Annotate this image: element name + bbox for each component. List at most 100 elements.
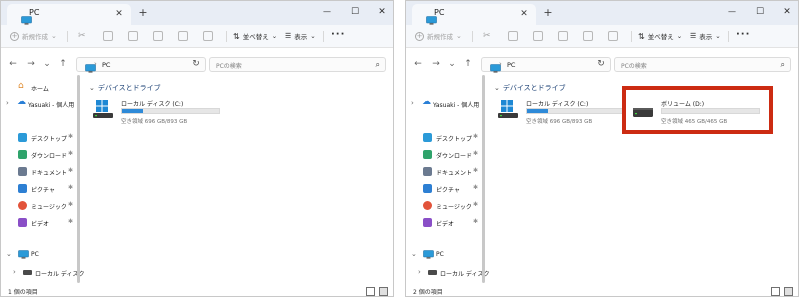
new-label: 新規作成	[427, 33, 453, 41]
details-view-icon[interactable]	[366, 287, 375, 296]
nav-item-drive[interactable]: › ローカル ディスク	[406, 266, 490, 280]
address-bar[interactable]: › PC	[481, 57, 611, 73]
chevron-right-icon[interactable]: ›	[6, 99, 9, 107]
pc-icon	[423, 250, 434, 259]
new-button[interactable]: + 新規作成 ⌄	[415, 31, 462, 41]
tiles-view-icon[interactable]	[379, 287, 388, 296]
view-button[interactable]: ☰ 表示 ⌄	[690, 31, 721, 41]
drive-tile[interactable]: ローカル ディスク (C:) 空き領域 696 GB/893 GB	[492, 97, 627, 127]
chevron-right-icon[interactable]: ›	[13, 268, 16, 276]
forward-icon[interactable]: →	[430, 58, 442, 70]
view-icon: ☰	[285, 32, 292, 40]
nav-item-quick[interactable]: デスクトップ ✱	[406, 131, 486, 145]
group-title: デバイスとドライブ	[502, 84, 566, 92]
chevron-down-icon[interactable]: ⌄	[411, 250, 417, 258]
delete-icon[interactable]	[608, 31, 618, 41]
details-view-icon[interactable]	[771, 287, 780, 296]
view-button[interactable]: ☰ 表示 ⌄	[285, 31, 316, 41]
cut-icon[interactable]: ✂	[78, 31, 88, 41]
copy-icon[interactable]	[508, 31, 518, 41]
windows-drive-icon	[93, 100, 113, 118]
copy-icon[interactable]	[103, 31, 113, 41]
rename-icon[interactable]	[558, 31, 568, 41]
nav-item-quick[interactable]: デスクトップ ✱	[1, 131, 81, 145]
search-input[interactable]: PCの検索 ⌕	[209, 57, 386, 72]
window-close-icon[interactable]: ✕	[375, 5, 389, 19]
more-options-button[interactable]: ···	[736, 29, 750, 40]
drive-name: ローカル ディスク (C:)	[121, 101, 184, 108]
chevron-down-icon[interactable]: ⌄	[446, 58, 458, 70]
nav-item-quick[interactable]: ビデオ ✱	[1, 216, 81, 230]
minimize-icon[interactable]: —	[320, 5, 334, 19]
nav-item-quick[interactable]: ドキュメント ✱	[1, 165, 81, 179]
highlight-box	[622, 86, 773, 134]
paste-icon[interactable]	[533, 31, 543, 41]
refresh-icon[interactable]: ↻	[595, 58, 607, 70]
tab-pc[interactable]: PC ✕	[412, 4, 536, 25]
close-icon[interactable]: ✕	[518, 7, 530, 21]
group-header[interactable]: ⌄ デバイスとドライブ	[494, 83, 566, 93]
up-icon[interactable]: ↑	[462, 58, 474, 70]
nav-item-quick[interactable]: ピクチャ ✱	[1, 182, 81, 196]
window-close-icon[interactable]: ✕	[780, 5, 794, 19]
new-tab-icon[interactable]: +	[137, 6, 149, 20]
close-icon[interactable]: ✕	[113, 7, 125, 21]
chevron-down-icon[interactable]: ⌄	[6, 250, 12, 258]
nav-item-drive[interactable]: › ローカル ディスク	[1, 266, 85, 280]
nav-label: PC	[31, 251, 39, 258]
nav-item-onedrive[interactable]: › ☁ Yasuaki - 個人用	[406, 97, 486, 111]
share-icon[interactable]	[583, 31, 593, 41]
up-icon[interactable]: ↑	[57, 58, 69, 70]
chevron-down-icon[interactable]: ⌄	[41, 58, 53, 70]
share-icon[interactable]	[178, 31, 188, 41]
pin-icon: ✱	[473, 167, 479, 174]
scrollbar[interactable]	[77, 75, 80, 283]
chevron-down-icon: ⌄	[456, 32, 462, 40]
divider	[472, 31, 473, 42]
sort-button[interactable]: ⇅ 並べ替え ⌄	[233, 31, 277, 42]
scrollbar[interactable]	[482, 75, 485, 283]
minimize-icon[interactable]: —	[725, 5, 739, 19]
nav-item-quick[interactable]: ミュージック ✱	[1, 199, 81, 213]
nav-item-quick[interactable]: ドキュメント ✱	[406, 165, 486, 179]
search-input[interactable]: PCの検索 ⌕	[614, 57, 791, 72]
title-bar: PC ✕ + — ☐ ✕	[1, 1, 393, 25]
cut-icon[interactable]: ✂	[483, 31, 493, 41]
refresh-icon[interactable]: ↻	[190, 58, 202, 70]
nav-item-pc[interactable]: ⌄ PC	[406, 248, 486, 262]
nav-item-quick[interactable]: ビデオ ✱	[406, 216, 486, 230]
chevron-right-icon[interactable]: ›	[418, 268, 421, 276]
address-bar[interactable]: › PC	[76, 57, 206, 73]
nav-item-pc[interactable]: ⌄ PC	[1, 248, 81, 262]
tab-pc[interactable]: PC ✕	[7, 4, 131, 25]
group-header[interactable]: ⌄ デバイスとドライブ	[89, 83, 161, 93]
back-icon[interactable]: ←	[7, 58, 19, 70]
sort-button[interactable]: ⇅ 並べ替え ⌄	[638, 31, 682, 42]
nav-item-quick[interactable]: ミュージック ✱	[406, 199, 486, 213]
pin-icon: ✱	[68, 133, 74, 140]
forward-icon[interactable]: →	[25, 58, 37, 70]
nav-item-quick[interactable]: ダウンロード ✱	[1, 148, 81, 162]
more-options-button[interactable]: ···	[331, 29, 345, 40]
explorer-window-left: PC ✕ + — ☐ ✕ + 新規作成 ⌄ ✂ ⇅ 並べ替え ⌄ ☰ 表示 ⌄ ··· ← → ⌄ ↑ › PC ↻ PCの検索…	[0, 0, 394, 297]
nav-item-onedrive[interactable]: › ☁ Yasuaki - 個人用	[1, 97, 81, 111]
paste-icon[interactable]	[128, 31, 138, 41]
maximize-icon[interactable]: ☐	[348, 5, 362, 19]
view-icon: ☰	[690, 32, 697, 40]
drive-tile[interactable]: ローカル ディスク (C:) 空き領域 696 GB/893 GB	[87, 97, 222, 127]
new-tab-icon[interactable]: +	[542, 6, 554, 20]
pin-icon: ✱	[473, 184, 479, 191]
delete-icon[interactable]	[203, 31, 213, 41]
chevron-right-icon[interactable]: ›	[411, 99, 414, 107]
rename-icon[interactable]	[153, 31, 163, 41]
back-icon[interactable]: ←	[412, 58, 424, 70]
nav-item-quick[interactable]: ピクチャ ✱	[406, 182, 486, 196]
nav-item-quick[interactable]: ダウンロード ✱	[406, 148, 486, 162]
drive-name: ローカル ディスク (C:)	[526, 101, 589, 108]
new-button[interactable]: + 新規作成 ⌄	[10, 31, 57, 41]
maximize-icon[interactable]: ☐	[753, 5, 767, 19]
nav-item-home[interactable]: ⌂ ホーム	[1, 81, 81, 95]
tiles-view-icon[interactable]	[784, 287, 793, 296]
navigation-pane: ⌂ ホーム › ☁ Yasuaki - 個人用 デスクトップ ✱ ダウンロード ✱ ドキュメント ✱…	[1, 75, 85, 285]
chevron-down-icon: ⌄	[310, 32, 316, 40]
